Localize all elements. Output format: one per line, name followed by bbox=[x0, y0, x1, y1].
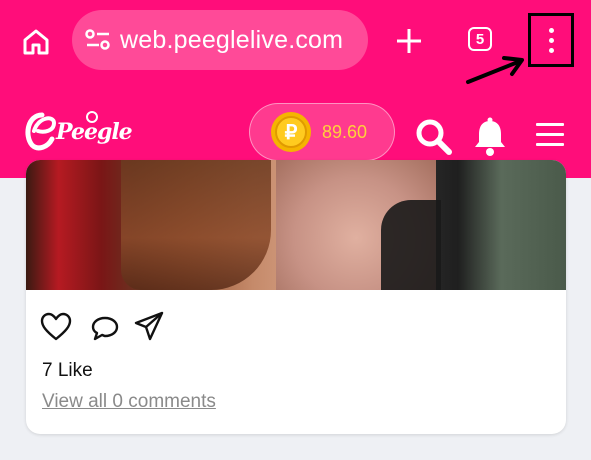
logo-text: Peegle bbox=[56, 119, 133, 145]
hamburger-line bbox=[536, 143, 564, 146]
coin-symbol: ₽ bbox=[285, 122, 298, 144]
image-region bbox=[381, 200, 441, 290]
bell-icon[interactable] bbox=[472, 117, 508, 157]
coin-icon: ₽ bbox=[270, 111, 312, 153]
menu-dot bbox=[549, 38, 554, 43]
tab-switcher-icon[interactable]: 5 bbox=[468, 27, 492, 51]
image-region bbox=[121, 160, 271, 290]
search-icon[interactable] bbox=[415, 118, 453, 156]
post-image[interactable] bbox=[26, 160, 566, 290]
coin-amount: 89.60 bbox=[322, 122, 368, 142]
more-vert-icon[interactable] bbox=[528, 13, 574, 67]
menu-dot bbox=[549, 48, 554, 53]
post-card: 7 Like View all 0 comments bbox=[26, 160, 566, 434]
home-icon[interactable] bbox=[20, 26, 52, 58]
coin-balance-button[interactable]: ₽ 89.60 bbox=[249, 103, 395, 161]
menu-dot bbox=[549, 28, 554, 33]
like-count: 7 Like bbox=[42, 360, 93, 381]
heart-icon[interactable] bbox=[40, 312, 72, 347]
url-text[interactable]: web.peeglelive.com bbox=[120, 27, 343, 53]
address-bar[interactable]: web.peeglelive.com bbox=[72, 10, 368, 70]
plus-icon[interactable] bbox=[394, 26, 424, 56]
hamburger-icon[interactable] bbox=[536, 121, 566, 147]
send-icon[interactable] bbox=[133, 310, 165, 347]
annotation-arrow-icon bbox=[460, 50, 530, 90]
view-comments-link[interactable]: View all 0 comments bbox=[42, 391, 216, 413]
hamburger-line bbox=[536, 133, 564, 136]
hamburger-line bbox=[536, 123, 564, 126]
site-info-icon[interactable] bbox=[84, 27, 112, 53]
peegle-logo[interactable]: Peegle bbox=[20, 105, 133, 160]
comment-icon[interactable] bbox=[90, 315, 120, 346]
